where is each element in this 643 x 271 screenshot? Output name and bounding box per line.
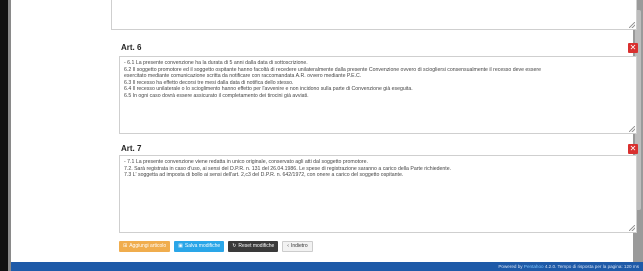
page-footer: Powered by Pentahoo 4.2.0. Tempo di risp… xyxy=(11,262,643,271)
text-line: 6.3 Il recesso ha effetto decorsi tre me… xyxy=(124,79,294,86)
text-line: 6.4 Il recesso unilaterale o lo scioglim… xyxy=(124,86,413,93)
close-icon: ✕ xyxy=(629,43,637,52)
add-article-label: Aggiungi articolo xyxy=(129,243,167,249)
article-7-textarea[interactable]: - 7.1 La presente convenzione viene reda… xyxy=(119,155,637,233)
add-article-button[interactable]: ⊞ Aggiungi articolo xyxy=(119,241,171,252)
footer-prefix: Powered by xyxy=(498,264,523,269)
chevron-left-icon: ‹ xyxy=(287,243,289,249)
left-window-edge xyxy=(0,0,8,271)
back-label: Indietro xyxy=(290,243,308,249)
footer-suffix: 4.2.0. Tempo di risposta per la pagina: … xyxy=(544,264,639,269)
save-label: Salva modifiche xyxy=(184,243,221,249)
reset-button[interactable]: ↻ Reset modifiche xyxy=(228,241,279,252)
article-7-delete-button[interactable]: ✕ xyxy=(628,144,638,154)
text-line: 6.2 Il soggetto promotore ed il soggetto… xyxy=(124,66,541,73)
article-6-textarea[interactable]: - 6.1 La presente convenzione ha la dura… xyxy=(119,56,637,134)
save-button[interactable]: ▣ Salva modifiche xyxy=(174,241,225,252)
back-button[interactable]: ‹ Indietro xyxy=(282,241,313,252)
text-line: esercitato mediante comunicazione scritt… xyxy=(124,73,362,80)
article-7-title: Art. 7 xyxy=(121,144,142,153)
resize-grip-icon[interactable] xyxy=(629,126,635,132)
reset-label: Reset modifiche xyxy=(238,243,275,249)
plus-square-icon: ⊞ xyxy=(123,243,128,249)
text-line: 6.5 In ogni caso dovrà essere assicurato… xyxy=(124,92,309,99)
text-line: 7.2. Sarà registrata in caso d'uso, ai s… xyxy=(124,165,452,172)
article-6-delete-button[interactable]: ✕ xyxy=(628,43,638,53)
text-line: - 6.1 La presente convenzione ha la dura… xyxy=(124,60,308,66)
previous-article-textarea[interactable] xyxy=(111,0,637,30)
resize-grip-icon[interactable] xyxy=(629,225,635,231)
action-toolbar: ⊞ Aggiungi articolo ▣ Salva modifiche ↻ … xyxy=(119,241,313,252)
text-line: - 7.1 La presente convenzione viene reda… xyxy=(124,159,368,165)
footer-brand-link[interactable]: Pentahoo xyxy=(524,264,544,269)
article-6-title: Art. 6 xyxy=(121,43,142,52)
refresh-icon: ↻ xyxy=(232,243,237,249)
text-line: 7.3 L' soggetta ad imposta di bollo ai s… xyxy=(124,172,404,179)
close-icon: ✕ xyxy=(629,144,637,153)
save-icon: ▣ xyxy=(178,243,183,249)
resize-grip-icon[interactable] xyxy=(629,22,635,28)
